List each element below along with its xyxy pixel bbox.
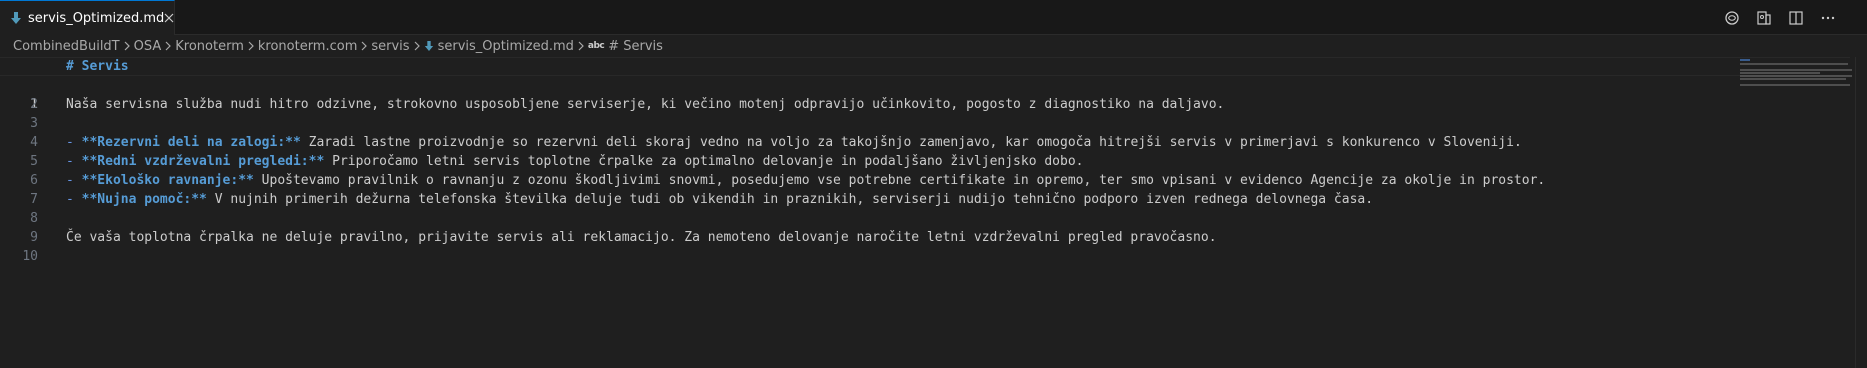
list-text: V nujnih primerih dežurna telefonska šte… [206,192,1374,207]
line-number: 10 [22,249,38,264]
breadcrumb-item-file[interactable]: servis_Optimized.md [424,39,574,54]
list-item: - **Redni vzdrževalni pregledi:** Pripor… [66,152,1083,171]
code-line: 6 - **Redni vzdrževalni pregledi:** Prip… [0,152,1850,188]
code-line: 1 # Servis [0,57,1850,112]
minimap-line [1740,84,1850,86]
breadcrumb-symbol-label: # Servis [608,38,663,54]
bold-text: **Rezervni deli na zalogi:** [81,135,301,150]
chevron-right-icon [574,41,588,51]
list-item: - **Ekološko ravnanje:** Upoštevamo prav… [66,171,1545,190]
code-line: 8 - **Nujna pomoč:** V nujnih primerih d… [0,190,1850,226]
chevron-right-icon [161,41,175,51]
code-line: 5 - **Rezervni deli na zalogi:** Zaradi … [0,133,1850,169]
string-symbol-icon: abc [587,41,605,51]
breadcrumb: CombinedBuildT OSA Kronoterm kronoterm.c… [0,35,1867,57]
breadcrumb-item-combinedbuildt[interactable]: CombinedBuildT [13,39,120,54]
code-line: 2 [0,76,1850,112]
list-dash: - [66,192,82,207]
bold-text: **Ekološko ravnanje:** [81,173,254,188]
minimap-line [1740,69,1852,71]
list-dash: - [66,173,82,188]
more-actions-icon[interactable] [1817,7,1839,29]
code-line: 9 [0,209,1850,245]
minimap-line [1740,72,1820,74]
minimap-line [1740,75,1852,77]
chevron-right-icon [120,41,134,51]
tab-label: servis_Optimized.md [28,10,165,26]
open-preview-to-side-icon[interactable] [1753,7,1775,29]
paragraph-text: Naša servisna služba nudi hitro odzivne,… [66,97,1225,112]
editor-area[interactable]: 1 # Servis 2 3 Naša servisna služba nudi… [0,57,1867,368]
minimap[interactable] [1740,57,1855,117]
breadcrumb-item-kronoterm-com[interactable]: kronoterm.com [258,39,358,54]
paragraph-text: Če vaša toplotna črpalka ne deluje pravi… [66,230,1217,245]
bold-text: **Nujna pomoč:** [81,192,207,207]
code-line: 3 Naša servisna služba nudi hitro odzivn… [0,95,1850,131]
list-item: - **Nujna pomoč:** V nujnih primerih dež… [66,190,1373,209]
breadcrumb-item-osa[interactable]: OSA [134,39,162,54]
code-line: 7 - **Ekološko ravnanje:** Upoštevamo pr… [0,171,1850,207]
chevron-right-icon [410,41,424,51]
vertical-scrollbar[interactable] [1855,57,1867,368]
breadcrumb-file-label: servis_Optimized.md [437,38,574,54]
copilot-chat-icon[interactable] [1721,7,1743,29]
list-dash: - [66,135,82,150]
code-line: 4 [0,114,1850,150]
tab-bar: servis_Optimized.md [0,0,1867,35]
minimap-line [1740,63,1848,65]
editor-actions [1721,0,1839,35]
editor-tab[interactable]: servis_Optimized.md [0,0,175,35]
list-item: - **Rezervni deli na zalogi:** Zaradi la… [66,133,1522,152]
breadcrumb-item-kronoterm[interactable]: Kronoterm [175,39,244,54]
list-text: Priporočamo letni servis toplotne črpalk… [324,154,1084,169]
chevron-right-icon [357,41,371,51]
code-line: 10 Če vaša toplotna črpalka ne deluje pr… [0,228,1850,264]
current-line-highlight [0,57,1850,76]
split-editor-icon[interactable] [1785,7,1807,29]
breadcrumb-item-symbol[interactable]: abc # Servis [588,39,663,54]
bold-text: **Redni vzdrževalni pregledi:** [81,154,325,169]
markdown-icon [424,40,434,52]
markdown-icon [10,11,22,25]
minimap-line [1740,78,1846,80]
minimap-line [1740,59,1750,61]
list-text: Zaradi lastne proizvodnje so rezervni de… [300,135,1522,150]
close-tab-icon[interactable] [164,9,174,27]
chevron-right-icon [244,41,258,51]
breadcrumb-item-servis[interactable]: servis [371,39,409,54]
heading-text: # Servis [66,59,129,74]
list-dash: - [66,154,82,169]
list-text: Upoštevamo pravilnik o ravnanju z ozonu … [253,173,1546,188]
